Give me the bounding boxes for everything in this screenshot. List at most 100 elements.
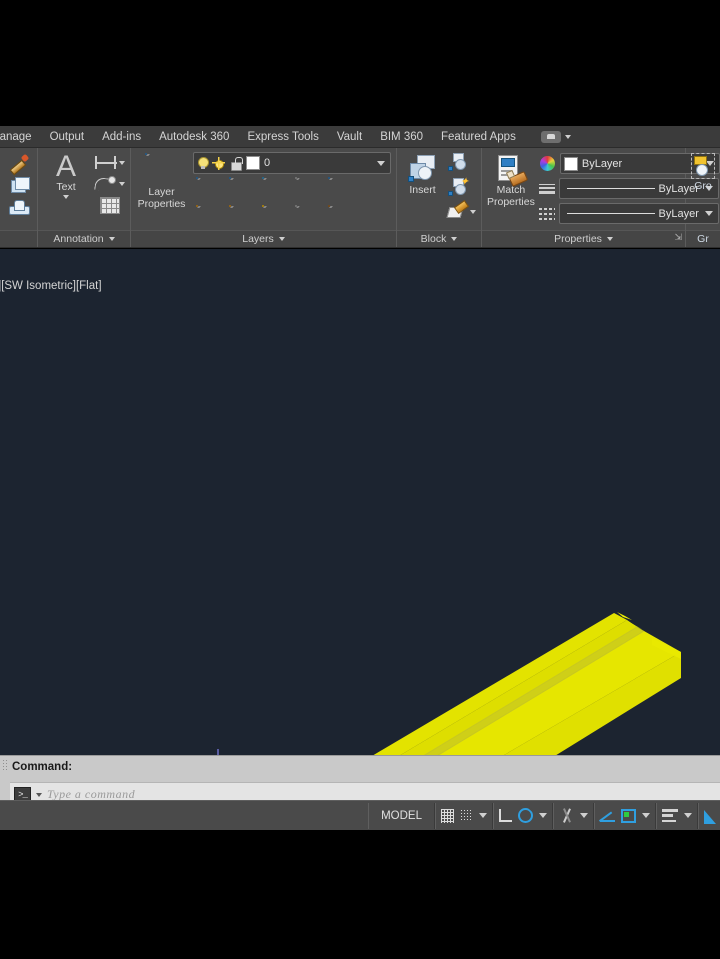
table-icon[interactable] — [100, 197, 120, 214]
text-button[interactable]: A Text — [43, 151, 89, 199]
leader-icon — [95, 176, 117, 192]
chevron-down-icon — [606, 237, 613, 241]
tab-featured-apps[interactable]: Featured Apps — [432, 126, 525, 148]
window-top-filler — [0, 0, 720, 126]
workspace-switch-button[interactable] — [540, 130, 571, 143]
ucs-icon-toggle[interactable] — [621, 808, 636, 823]
layer-on-bulb-icon[interactable] — [197, 156, 209, 170]
panel-groups: Gro Gr — [686, 148, 720, 247]
create-block-icon[interactable] — [448, 153, 468, 173]
object-color-swatch — [563, 156, 578, 171]
chevron-down-icon[interactable] — [479, 813, 487, 818]
chevron-down-icon[interactable] — [119, 182, 125, 186]
chevron-down-icon[interactable] — [684, 813, 692, 818]
layer-unlock-icon[interactable] — [229, 156, 243, 171]
snap-mode-toggle[interactable] — [460, 809, 473, 822]
object-color-wheel-icon[interactable] — [538, 155, 556, 172]
insert-block-icon — [407, 154, 438, 184]
chevron-down-icon — [108, 237, 115, 241]
panel-title-annotation[interactable]: Annotation — [38, 230, 130, 247]
layer-turn-all-on-icon[interactable] — [229, 205, 254, 230]
layer-thaw-all-icon[interactable] — [262, 205, 287, 230]
tab-express-tools[interactable]: Express Tools — [238, 126, 327, 148]
workspace-chip-icon — [540, 130, 561, 143]
panel-title-block-label: Block — [420, 232, 447, 245]
window-bottom-filler — [0, 830, 720, 959]
panel-title-layers[interactable]: Layers — [131, 230, 396, 247]
3d-solid-icon[interactable] — [8, 199, 30, 217]
tab-manage[interactable]: Manage — [0, 126, 41, 148]
group-icon[interactable] — [691, 153, 715, 179]
object-color-value: ByLayer — [581, 157, 623, 170]
panel-annotation: A Text Annotation — [38, 148, 131, 247]
render-brush-icon[interactable] — [9, 153, 29, 173]
panel-layers: Layer Properties 0 Layers — [131, 148, 397, 247]
linetype-preview — [566, 213, 655, 214]
edit-attribute-button[interactable] — [448, 203, 476, 221]
chevron-down-icon[interactable] — [377, 160, 385, 166]
layer-unlock-icon-2[interactable] — [295, 205, 320, 230]
chevron-down-icon[interactable] — [470, 210, 476, 214]
insert-button[interactable]: Insert — [402, 152, 443, 196]
chevron-down-icon[interactable] — [36, 792, 42, 797]
insert-button-label: Insert — [409, 184, 436, 196]
panel-dialog-launcher-icon[interactable]: ⇲ — [674, 229, 682, 246]
tab-autodesk-360[interactable]: Autodesk 360 — [150, 126, 238, 148]
tab-add-ins[interactable]: Add-ins — [93, 126, 150, 148]
grid-display-toggle[interactable] — [441, 808, 454, 823]
ortho-mode-toggle[interactable] — [499, 809, 512, 822]
status-bar: MODEL — [0, 800, 720, 830]
polar-tracking-toggle[interactable] — [518, 808, 533, 823]
layer-lock-icon[interactable] — [295, 177, 320, 202]
panel-title-layers-label: Layers — [242, 232, 274, 245]
dimension-button[interactable] — [95, 155, 125, 171]
linetype-icon[interactable] — [538, 206, 555, 222]
chevron-down-icon[interactable] — [119, 161, 125, 165]
panel-block: Insert ✦ Block — [397, 148, 482, 247]
panel-title-block[interactable]: Block — [397, 230, 481, 247]
lineweight-icon[interactable] — [538, 181, 555, 197]
panel-title-groups[interactable]: Gr — [686, 230, 720, 247]
match-properties-label-2: Properties — [487, 196, 535, 208]
layer-color-swatch[interactable] — [246, 156, 260, 170]
chevron-down-icon[interactable] — [63, 195, 69, 199]
layer-off-icon[interactable] — [196, 205, 221, 230]
layer-control-combo[interactable]: 0 — [193, 152, 391, 174]
layer-unisolate-icon[interactable] — [229, 177, 254, 202]
show-lineweight-toggle[interactable] — [704, 808, 718, 824]
layer-properties-button[interactable]: Layer Properties — [136, 152, 187, 210]
chevron-down-icon[interactable] — [642, 813, 650, 818]
chevron-down-icon — [451, 237, 458, 241]
leader-button[interactable] — [95, 176, 125, 192]
layer-isolate-icon[interactable] — [196, 177, 221, 202]
chevron-down-icon[interactable] — [539, 813, 547, 818]
object-snap-tracking-toggle[interactable] — [600, 809, 615, 822]
lineweight-display-group — [698, 802, 720, 829]
dynamic-input-group — [656, 802, 698, 829]
layer-make-current-icon[interactable] — [328, 177, 353, 202]
ribbon-tab-strip: Manage Output Add-ins Autodesk 360 Expre… — [0, 126, 720, 148]
group-button-label: Gro — [694, 180, 712, 192]
panel-title-properties[interactable]: Properties ⇲ — [482, 230, 685, 247]
model-paper-toggle[interactable]: MODEL — [374, 810, 429, 822]
drawing-viewport[interactable]: ][SW Isometric][Flat] — [0, 249, 720, 755]
yellow-rail-solid — [373, 612, 681, 755]
command-line-grip[interactable] — [2, 759, 8, 771]
edit-block-icon[interactable]: ✦ — [448, 177, 469, 198]
layer-match-icon[interactable] — [328, 205, 353, 230]
object-snap-toggle[interactable] — [559, 808, 574, 823]
chevron-down-icon[interactable] — [580, 813, 588, 818]
3d-box-icon[interactable] — [9, 176, 30, 196]
autocad-window: Manage Output Add-ins Autodesk 360 Expre… — [0, 0, 720, 959]
edit-attribute-icon — [448, 203, 468, 221]
tab-output[interactable]: Output — [41, 126, 94, 148]
osnap-group — [553, 802, 594, 829]
model-canvas[interactable]: X Y Z — [0, 249, 720, 755]
otrack-ucs-group — [594, 802, 656, 829]
layer-freeze-icon[interactable] — [262, 177, 287, 202]
tab-bim-360[interactable]: BIM 360 — [371, 126, 432, 148]
dynamic-input-toggle[interactable] — [662, 809, 678, 822]
match-properties-button[interactable]: Match Properties — [487, 152, 535, 208]
tab-vault[interactable]: Vault — [328, 126, 371, 148]
layer-thaw-sun-icon[interactable] — [212, 156, 225, 170]
